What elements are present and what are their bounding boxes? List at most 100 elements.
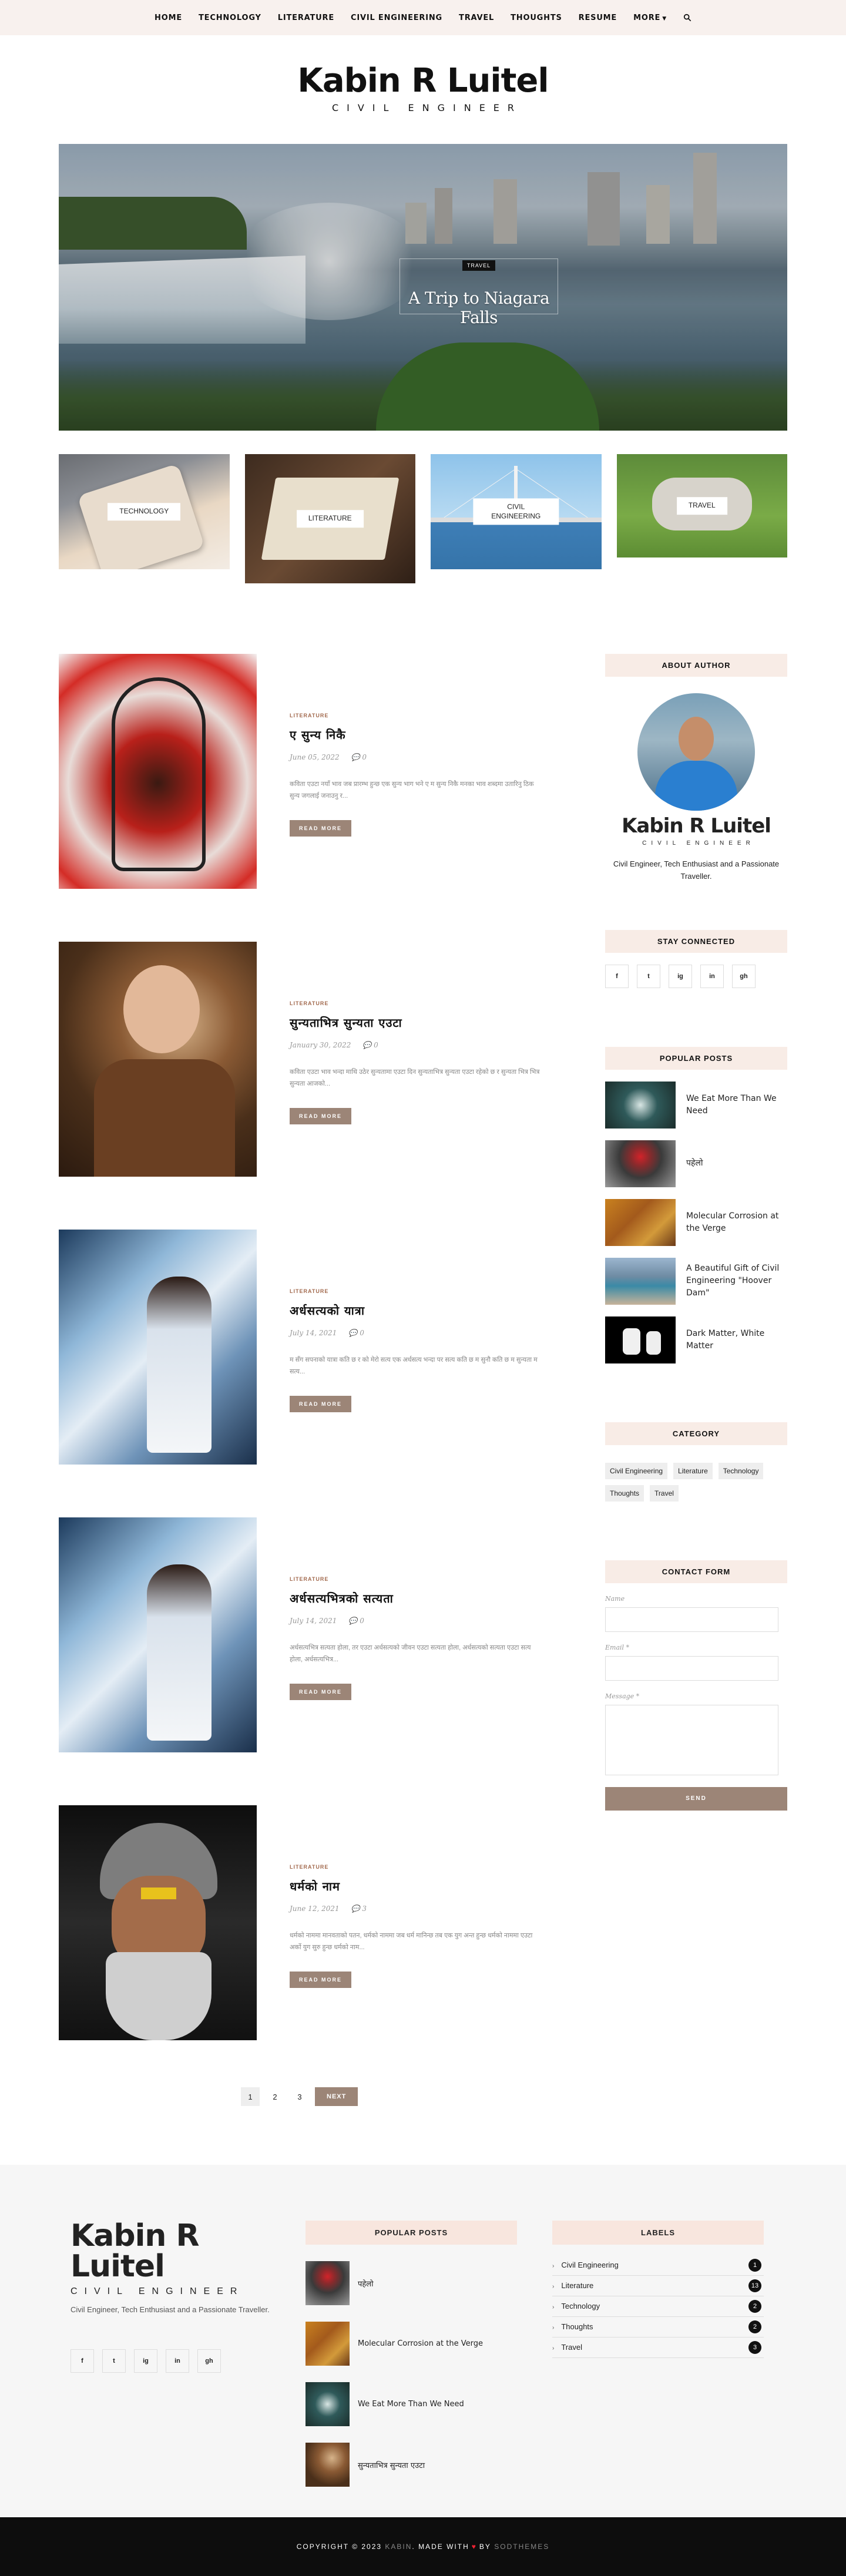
footer-popular-item[interactable]: Molecular Corrosion at the Verge — [306, 2322, 517, 2366]
message-field[interactable] — [605, 1704, 778, 1775]
footer-popular-item[interactable]: We Eat More Than We Need — [306, 2382, 517, 2426]
footer-popular-item[interactable]: सुन्यताभित्र सुन्यता एउटा — [306, 2443, 517, 2487]
category-card-civil-engineering[interactable]: CIVIL ENGINEERING — [431, 454, 602, 569]
site-title[interactable]: Kabin R Luitel — [0, 65, 846, 98]
label-name[interactable]: Thoughts — [561, 2322, 593, 2331]
footer-popular-thumb[interactable] — [306, 2382, 350, 2426]
post-category[interactable]: LITERATURE — [290, 713, 542, 718]
nav-civil-engineering[interactable]: CIVIL ENGINEERING — [351, 14, 442, 22]
post-thumbnail[interactable] — [59, 1517, 257, 1752]
email-field[interactable] — [605, 1655, 778, 1681]
tag-travel[interactable]: Travel — [650, 1485, 679, 1502]
read-more-button[interactable]: READ MORE — [290, 1971, 352, 1988]
category-card-technology[interactable]: TECHNOLOGY — [59, 454, 230, 569]
post-thumbnail[interactable] — [59, 1230, 257, 1465]
facebook-icon[interactable]: f — [70, 2349, 94, 2373]
label-row[interactable]: › Travel 3 — [552, 2337, 764, 2358]
instagram-icon[interactable]: ig — [134, 2349, 157, 2373]
featured-post-hero[interactable]: TRAVEL A Trip to Niagara Falls — [59, 144, 787, 431]
popular-post-title[interactable]: We Eat More Than We Need — [686, 1093, 787, 1117]
nav-thoughts[interactable]: THOUGHTS — [511, 14, 562, 22]
name-field[interactable] — [605, 1607, 778, 1632]
footer-popular-title[interactable]: पहेलो — [358, 2278, 373, 2289]
hero-title[interactable]: A Trip to Niagara Falls — [400, 288, 558, 327]
category-card-travel[interactable]: TRAVEL — [616, 454, 787, 557]
footer-popular-title[interactable]: सुन्यताभित्र सुन्यता एउटा — [358, 2460, 425, 2470]
theme-author-link[interactable]: SODTHEMES — [494, 2543, 549, 2551]
popular-post-thumb[interactable] — [605, 1140, 676, 1187]
instagram-icon[interactable]: ig — [669, 964, 692, 988]
tag-civil-engineering[interactable]: Civil Engineering — [605, 1462, 668, 1479]
popular-post-title[interactable]: A Beautiful Gift of Civil Engineering "H… — [686, 1262, 787, 1299]
post-category[interactable]: LITERATURE — [290, 1864, 542, 1870]
comment-count[interactable]: 💬 0 — [348, 1329, 364, 1337]
popular-post-item[interactable]: Molecular Corrosion at the Verge — [605, 1198, 787, 1246]
popular-post-title[interactable]: पहेलो — [686, 1157, 703, 1170]
read-more-button[interactable]: READ MORE — [290, 1683, 352, 1700]
footer-popular-thumb[interactable] — [306, 2443, 350, 2487]
popular-post-thumb[interactable] — [605, 1081, 676, 1129]
nav-home[interactable]: HOME — [155, 14, 182, 22]
site-brand[interactable]: Kabin R Luitel CIVIL ENGINEER — [0, 65, 846, 114]
linkedin-icon[interactable]: in — [700, 964, 724, 988]
post-title[interactable]: सुन्यताभित्र सुन्यता एउटा — [290, 1015, 542, 1030]
page-3-button[interactable]: 3 — [290, 2087, 309, 2106]
read-more-button[interactable]: READ MORE — [290, 820, 352, 837]
comment-count[interactable]: 💬 0 — [362, 1041, 378, 1049]
nav-technology[interactable]: TECHNOLOGY — [199, 14, 261, 22]
label-row[interactable]: › Thoughts 2 — [552, 2317, 764, 2337]
next-page-button[interactable]: NEXT — [315, 2087, 358, 2106]
category-card-literature[interactable]: LITERATURE — [244, 454, 415, 583]
label-row[interactable]: › Civil Engineering 1 — [552, 2255, 764, 2276]
popular-post-title[interactable]: Molecular Corrosion at the Verge — [686, 1210, 787, 1235]
popular-post-thumb[interactable] — [605, 1316, 676, 1363]
post-thumbnail[interactable] — [59, 1805, 257, 2040]
github-icon[interactable]: gh — [197, 2349, 221, 2373]
nav-more[interactable]: MORE ▼ — [633, 14, 667, 22]
comment-count[interactable]: 💬 0 — [348, 1617, 364, 1625]
copyright-author-link[interactable]: KABIN — [385, 2543, 412, 2551]
facebook-icon[interactable]: f — [605, 964, 629, 988]
popular-post-item[interactable]: पहेलो — [605, 1140, 787, 1187]
comment-count[interactable]: 💬 3 — [351, 1905, 367, 1913]
label-name[interactable]: Technology — [561, 2302, 600, 2310]
twitter-icon[interactable]: t — [637, 964, 660, 988]
post-title[interactable]: ए सुन्य निकै — [290, 727, 542, 743]
label-name[interactable]: Travel — [561, 2343, 582, 2352]
footer-popular-title[interactable]: We Eat More Than We Need — [358, 2400, 464, 2409]
post-thumbnail[interactable] — [59, 654, 257, 889]
post-title[interactable]: धर्मको नाम — [290, 1878, 542, 1894]
search-icon[interactable] — [683, 14, 691, 22]
comment-count[interactable]: 💬 0 — [351, 753, 367, 761]
page-2-button[interactable]: 2 — [266, 2087, 284, 2106]
tag-technology[interactable]: Technology — [718, 1462, 764, 1479]
page-1-button[interactable]: 1 — [241, 2087, 260, 2106]
twitter-icon[interactable]: t — [102, 2349, 126, 2373]
nav-resume[interactable]: RESUME — [579, 14, 617, 22]
popular-post-thumb[interactable] — [605, 1257, 676, 1305]
post-category[interactable]: LITERATURE — [290, 1000, 542, 1006]
tag-literature[interactable]: Literature — [673, 1462, 713, 1479]
popular-post-item[interactable]: A Beautiful Gift of Civil Engineering "H… — [605, 1257, 787, 1305]
read-more-button[interactable]: READ MORE — [290, 1107, 352, 1124]
post-title[interactable]: अर्धसत्यको यात्रा — [290, 1302, 542, 1318]
popular-post-item[interactable]: Dark Matter, White Matter — [605, 1316, 787, 1363]
post-category[interactable]: LITERATURE — [290, 1576, 542, 1582]
footer-popular-thumb[interactable] — [306, 2322, 350, 2366]
post-title[interactable]: अर्धसत्यभित्रको सत्यता — [290, 1590, 542, 1606]
popular-post-title[interactable]: Dark Matter, White Matter — [686, 1328, 787, 1352]
popular-post-thumb[interactable] — [605, 1198, 676, 1246]
nav-literature[interactable]: LITERATURE — [278, 14, 334, 22]
tag-thoughts[interactable]: Thoughts — [605, 1485, 644, 1502]
footer-popular-title[interactable]: Molecular Corrosion at the Verge — [358, 2339, 483, 2348]
label-row[interactable]: › Technology 2 — [552, 2296, 764, 2317]
github-icon[interactable]: gh — [732, 964, 756, 988]
label-row[interactable]: › Literature 13 — [552, 2276, 764, 2296]
popular-post-item[interactable]: We Eat More Than We Need — [605, 1081, 787, 1129]
label-name[interactable]: Civil Engineering — [561, 2261, 619, 2269]
post-thumbnail[interactable] — [59, 942, 257, 1177]
send-button[interactable]: SEND — [605, 1786, 787, 1811]
hero-category-tag[interactable]: TRAVEL — [462, 260, 496, 271]
label-name[interactable]: Literature — [561, 2281, 593, 2290]
linkedin-icon[interactable]: in — [166, 2349, 189, 2373]
